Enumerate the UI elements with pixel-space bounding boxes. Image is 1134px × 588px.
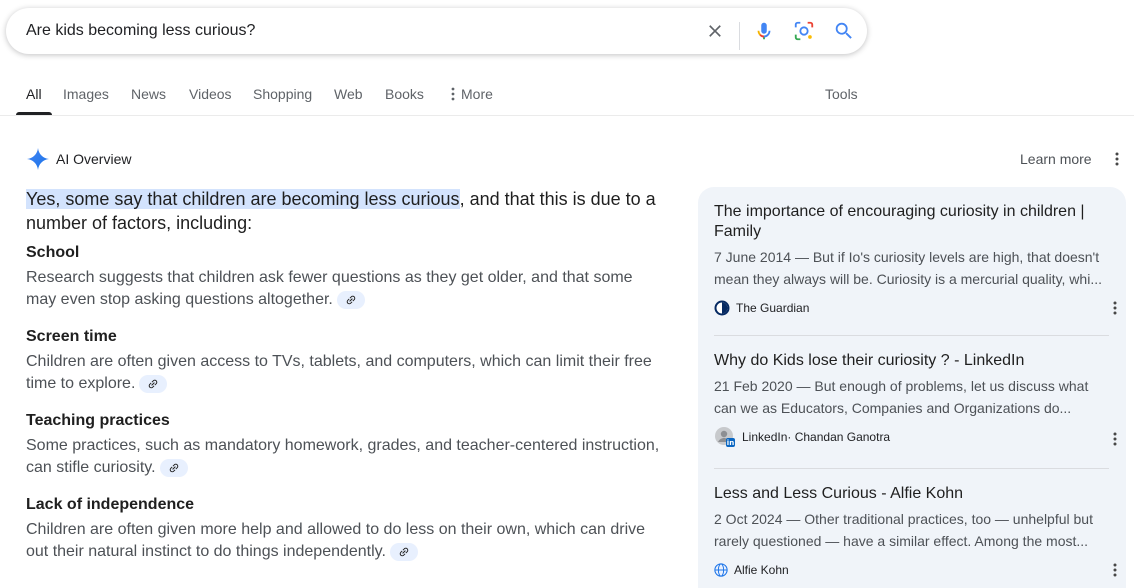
source-divider	[714, 335, 1109, 336]
ai-overview-header: AI Overview	[26, 147, 131, 171]
search-box[interactable]	[6, 8, 867, 54]
source-site-name: LinkedIn	[742, 430, 788, 444]
source-site-name: Alfie Kohn	[734, 563, 789, 577]
more-vert-icon[interactable]	[1110, 562, 1120, 578]
source-link-button[interactable]	[159, 458, 188, 477]
source-snippet: 21 Feb 2020 — But enough of problems, le…	[714, 378, 1089, 416]
ai-overview-content: Yes, some say that children are becoming…	[26, 187, 666, 563]
source-meta: The Guardian	[714, 298, 1109, 318]
section-text: Research suggests that children ask fewe…	[26, 269, 633, 308]
tab-images[interactable]: Images	[63, 72, 109, 115]
lens-icon[interactable]	[792, 19, 816, 43]
source-site-name: The Guardian	[736, 301, 810, 315]
tools-button[interactable]: Tools	[825, 72, 858, 115]
section-title: Teaching practices	[26, 412, 170, 429]
overview-section: Teaching practices Some practices, such …	[26, 409, 666, 479]
section-body: Children are often given access to TVs, …	[26, 351, 666, 395]
tab-news[interactable]: News	[131, 72, 166, 115]
section-body: Children are often given more help and a…	[26, 519, 666, 563]
source-snippet: 7 June 2014 — But if Io's curiosity leve…	[714, 249, 1102, 287]
tab-all[interactable]: All	[16, 72, 52, 115]
link-icon	[346, 295, 356, 305]
learn-more-link[interactable]: Learn more	[1020, 151, 1092, 167]
tab-more-label: More	[461, 85, 493, 102]
source-author: · Chandan Ganotra	[787, 430, 891, 444]
sources-panel: The importance of encouraging curiosity …	[698, 187, 1126, 588]
guardian-logo-icon	[714, 300, 730, 316]
source-card[interactable]: The importance of encouraging curiosity …	[714, 202, 1109, 318]
svg-text:in: in	[727, 439, 734, 447]
source-link-button[interactable]	[336, 290, 365, 309]
section-title: Screen time	[26, 328, 117, 345]
source-card[interactable]: Less and Less Curious - Alfie Kohn 2 Oct…	[714, 484, 1109, 580]
search-icon[interactable]	[832, 19, 856, 43]
source-title[interactable]: Less and Less Curious - Alfie Kohn	[714, 484, 1109, 504]
section-body: Some practices, such as mandatory homewo…	[26, 435, 666, 479]
more-vert-icon[interactable]	[1110, 431, 1120, 447]
tab-books[interactable]: Books	[385, 72, 424, 115]
source-card[interactable]: Why do Kids lose their curiosity ? - Lin…	[714, 351, 1109, 447]
source-title[interactable]: Why do Kids lose their curiosity ? - Lin…	[714, 351, 1109, 371]
search-divider	[739, 22, 740, 50]
source-meta: Alfie Kohn	[714, 560, 1109, 580]
more-vert-icon	[451, 87, 455, 100]
section-text: Some practices, such as mandatory homewo…	[26, 437, 660, 476]
ai-overview-title: AI Overview	[56, 151, 132, 167]
source-link-button[interactable]	[139, 374, 168, 393]
source-link-button[interactable]	[389, 542, 418, 561]
source-meta: in LinkedIn · Chandan Ganotra	[714, 427, 1109, 447]
mic-icon[interactable]	[752, 19, 776, 43]
close-icon[interactable]	[703, 19, 727, 43]
section-text: Children are often given access to TVs, …	[26, 353, 652, 392]
more-vert-icon[interactable]	[1110, 151, 1124, 167]
overview-section: Screen time Children are often given acc…	[26, 325, 666, 395]
section-body: Research suggests that children ask fewe…	[26, 267, 666, 311]
globe-icon	[714, 563, 728, 577]
link-icon	[149, 379, 158, 389]
section-text: Children are often given more help and a…	[26, 521, 646, 560]
link-icon	[169, 463, 178, 473]
section-title: School	[26, 244, 80, 261]
source-snippet: 2 Oct 2024 — Other traditional practices…	[714, 511, 1093, 549]
tab-more[interactable]: More	[451, 72, 493, 115]
source-title[interactable]: The importance of encouraging curiosity …	[714, 202, 1109, 242]
search-tabs: All Images News Videos Shopping Web Book…	[0, 72, 1134, 116]
section-title: Lack of independence	[26, 496, 195, 513]
more-vert-icon[interactable]	[1110, 300, 1120, 316]
tab-web[interactable]: Web	[334, 72, 363, 115]
linkedin-logo-icon: in	[715, 427, 735, 447]
source-divider	[714, 468, 1109, 469]
tab-videos[interactable]: Videos	[189, 72, 232, 115]
overview-section: Lack of independence Children are often …	[26, 493, 666, 563]
ai-overview-lead: Yes, some say that children are becoming…	[26, 187, 666, 235]
search-input[interactable]	[26, 8, 686, 54]
link-icon	[399, 547, 409, 557]
gemini-sparkle-icon	[27, 148, 49, 170]
tab-shopping[interactable]: Shopping	[253, 72, 312, 115]
highlighted-claim: Yes, some say that children are becoming…	[26, 189, 460, 209]
overview-section: School Research suggests that children a…	[26, 241, 666, 311]
